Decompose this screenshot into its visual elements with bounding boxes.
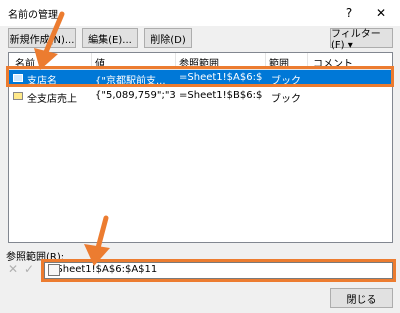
- row-name: 支店名: [27, 76, 57, 87]
- named-range-icon: [13, 92, 23, 100]
- row-value: {"5,089,759";"3,...: [95, 90, 175, 101]
- filter-button[interactable]: フィルター(F) ▾: [330, 28, 393, 51]
- names-list[interactable]: 名前 値 参照範囲 範囲 コメント 支店名 {"京都駅前支... =Sheet1…: [8, 52, 393, 243]
- edit-button[interactable]: 編集(E)...: [82, 28, 138, 48]
- row-refers-to: =Sheet1!$B$6:$...: [179, 90, 263, 101]
- delete-button[interactable]: 削除(D): [144, 28, 192, 48]
- header-comment[interactable]: コメント: [313, 55, 353, 70]
- refers-to-input[interactable]: =Sheet1!$A$6:$A$11: [44, 262, 393, 279]
- header-name[interactable]: 名前: [15, 55, 35, 70]
- window-title: 名前の管理: [8, 10, 58, 21]
- row-scope: ブック: [271, 76, 301, 87]
- table-row[interactable]: 全支店売上 {"5,089,759";"3,... =Sheet1!$B$6:$…: [9, 88, 392, 105]
- table-row[interactable]: 支店名 {"京都駅前支... =Sheet1!$A$6:$... ブック: [9, 70, 392, 87]
- help-button[interactable]: ?: [336, 2, 362, 24]
- confirm-check-icon[interactable]: ✓: [22, 262, 36, 276]
- header-scope[interactable]: 範囲: [269, 55, 289, 70]
- header-refers-to[interactable]: 参照範囲: [179, 55, 219, 70]
- list-header: 名前 値 参照範囲 範囲 コメント: [9, 53, 392, 70]
- close-button[interactable]: 閉じる: [330, 288, 393, 308]
- row-name: 全支店売上: [27, 94, 77, 105]
- row-scope: ブック: [271, 94, 301, 105]
- range-select-icon[interactable]: [48, 264, 60, 276]
- refers-to-value: =Sheet1!$A$6:$A$11: [48, 264, 158, 275]
- close-window-button[interactable]: ✕: [368, 2, 394, 24]
- title-bar: 名前の管理 ? ✕: [0, 0, 400, 26]
- cancel-x-icon[interactable]: ✕: [6, 262, 20, 276]
- named-range-icon: [13, 74, 23, 82]
- header-value[interactable]: 値: [95, 55, 105, 70]
- row-refers-to: =Sheet1!$A$6:$...: [179, 72, 263, 83]
- new-button[interactable]: 新規作成(N)...: [8, 28, 76, 48]
- refers-to-label: 参照範囲(R):: [6, 252, 65, 263]
- row-value: {"京都駅前支...: [95, 76, 166, 87]
